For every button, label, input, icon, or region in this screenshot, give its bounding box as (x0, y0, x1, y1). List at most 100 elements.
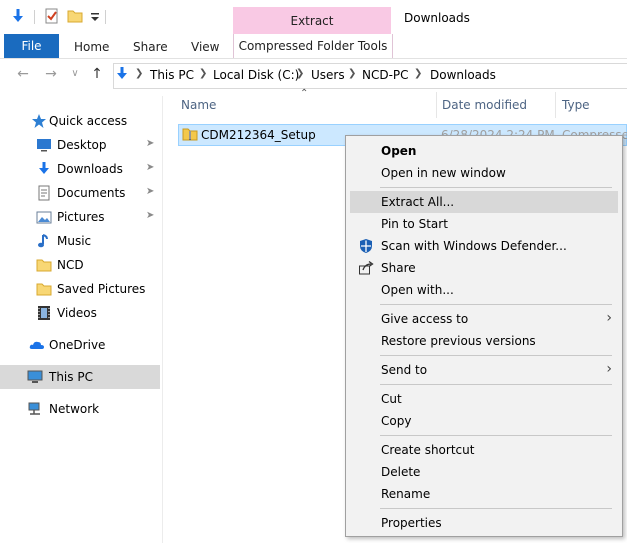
breadcrumb-downloads[interactable]: Downloads (430, 68, 496, 82)
column-header-type[interactable]: Type (562, 98, 590, 112)
nav-label: Saved Pictures (57, 282, 146, 296)
network-icon (27, 401, 43, 417)
menu-item-open-with[interactable]: Open with... (350, 279, 618, 301)
menu-item-pin-to-start[interactable]: Pin to Start (350, 213, 618, 235)
menu-item-delete[interactable]: Delete (350, 461, 618, 483)
tab-home[interactable]: Home (74, 40, 109, 54)
menu-label: Pin to Start (381, 217, 448, 231)
menu-item-share[interactable]: Share (350, 257, 618, 279)
sort-ascending-icon: ⌃ (300, 88, 309, 99)
pin-icon[interactable]: ➤ (146, 162, 154, 173)
menu-item-open[interactable]: Open (350, 140, 618, 162)
nav-label: Pictures (57, 210, 105, 224)
share-icon (358, 260, 374, 276)
menu-item-copy[interactable]: Copy (350, 410, 618, 432)
documents-icon (36, 185, 52, 201)
pin-icon[interactable]: ➤ (146, 138, 154, 149)
menu-label: Send to (381, 363, 428, 377)
computer-icon (27, 369, 43, 385)
menu-label: Delete (381, 465, 421, 479)
pin-icon[interactable]: ➤ (146, 186, 154, 197)
nav-label: Network (49, 402, 100, 416)
nav-item-videos[interactable]: Videos (0, 302, 160, 324)
breadcrumb-separator-icon[interactable]: ❯ (414, 68, 422, 79)
menu-label: Rename (381, 487, 431, 501)
column-divider[interactable] (436, 92, 437, 118)
menu-item-give-access-to[interactable]: Give access to › (350, 308, 618, 330)
menu-item-create-shortcut[interactable]: Create shortcut (350, 439, 618, 461)
breadcrumb-ncd-pc[interactable]: NCD-PC (362, 68, 409, 82)
customize-dropdown-icon[interactable] (88, 8, 104, 24)
menu-separator (380, 435, 612, 436)
menu-label: Extract All... (381, 195, 455, 209)
nav-label: Desktop (57, 138, 107, 152)
submenu-arrow-icon: › (606, 310, 612, 326)
menu-item-send-to[interactable]: Send to › (350, 359, 618, 381)
zip-folder-icon (182, 126, 198, 142)
menu-item-restore-previous-versions[interactable]: Restore previous versions (350, 330, 618, 352)
download-arrow-icon[interactable] (10, 8, 26, 24)
nav-item-downloads[interactable]: Downloads ➤ (0, 158, 160, 180)
nav-label: NCD (57, 258, 84, 272)
menu-item-open-in-new-window[interactable]: Open in new window (350, 162, 618, 184)
download-arrow-icon (36, 161, 52, 177)
menu-item-cut[interactable]: Cut (350, 388, 618, 410)
nav-this-pc[interactable]: This PC (0, 365, 160, 389)
film-strip-icon (36, 305, 52, 321)
pin-icon[interactable]: ➤ (146, 210, 154, 221)
column-divider[interactable] (555, 92, 556, 118)
nav-onedrive[interactable]: OneDrive (0, 334, 160, 356)
toolbar-divider (34, 10, 35, 24)
downloads-location-icon (114, 66, 130, 82)
up-arrow-icon[interactable]: ↑ (88, 66, 106, 82)
new-folder-icon[interactable] (67, 8, 83, 24)
menu-label: Copy (381, 414, 412, 428)
tab-view[interactable]: View (191, 40, 219, 54)
nav-item-desktop[interactable]: Desktop ➤ (0, 134, 160, 156)
submenu-arrow-icon: › (606, 361, 612, 377)
nav-label: This PC (49, 370, 93, 384)
menu-label: Create shortcut (381, 443, 475, 457)
nav-item-ncd[interactable]: NCD (0, 254, 160, 276)
column-header-date-modified[interactable]: Date modified (442, 98, 527, 112)
cloud-icon (29, 337, 45, 353)
file-name[interactable]: CDM212364_Setup (201, 128, 316, 142)
menu-label: Give access to (381, 312, 469, 326)
menu-separator (380, 508, 612, 509)
breadcrumb-separator-icon[interactable]: ❯ (296, 68, 304, 79)
back-arrow-icon[interactable]: ← (14, 66, 32, 82)
tab-compressed-folder-tools[interactable]: Compressed Folder Tools (233, 34, 393, 58)
column-header-name[interactable]: Name (181, 98, 216, 112)
menu-label: Share (381, 261, 416, 275)
breadcrumb-local-disk[interactable]: Local Disk (C:) (213, 68, 299, 82)
menu-item-properties[interactable]: Properties (350, 512, 618, 534)
breadcrumb-separator-icon[interactable]: ❯ (199, 68, 207, 79)
tab-share[interactable]: Share (133, 40, 168, 54)
nav-label: OneDrive (49, 338, 106, 352)
menu-item-scan-defender[interactable]: Scan with Windows Defender... (350, 235, 618, 257)
nav-network[interactable]: Network (0, 398, 160, 420)
menu-item-extract-all[interactable]: Extract All... (350, 191, 618, 213)
music-note-icon (36, 233, 52, 249)
menu-label: Open with... (381, 283, 454, 297)
context-menu: Open Open in new window Extract All... P… (345, 135, 623, 537)
nav-item-saved-pictures[interactable]: Saved Pictures (0, 278, 160, 300)
breadcrumb-users[interactable]: Users (311, 68, 345, 82)
breadcrumb-separator-icon[interactable]: ❯ (348, 68, 356, 79)
nav-item-pictures[interactable]: Pictures ➤ (0, 206, 160, 228)
breadcrumb-this-pc[interactable]: This PC (150, 68, 194, 82)
menu-label: Scan with Windows Defender... (381, 239, 567, 253)
menu-separator (380, 355, 612, 356)
recent-locations-chevron-icon[interactable]: ∨ (66, 66, 84, 82)
menu-item-rename[interactable]: Rename (350, 483, 618, 505)
forward-arrow-icon[interactable]: → (42, 66, 60, 82)
breadcrumb-separator-icon[interactable]: ❯ (135, 68, 143, 79)
extract-context-tab-header: Extract (233, 7, 391, 34)
properties-check-icon[interactable] (44, 8, 60, 24)
nav-quick-access[interactable]: Quick access (0, 110, 160, 132)
nav-item-music[interactable]: Music (0, 230, 160, 252)
nav-item-documents[interactable]: Documents ➤ (0, 182, 160, 204)
tab-file[interactable]: File (4, 34, 59, 58)
folder-icon (36, 281, 52, 297)
menu-label: Open (381, 144, 417, 158)
